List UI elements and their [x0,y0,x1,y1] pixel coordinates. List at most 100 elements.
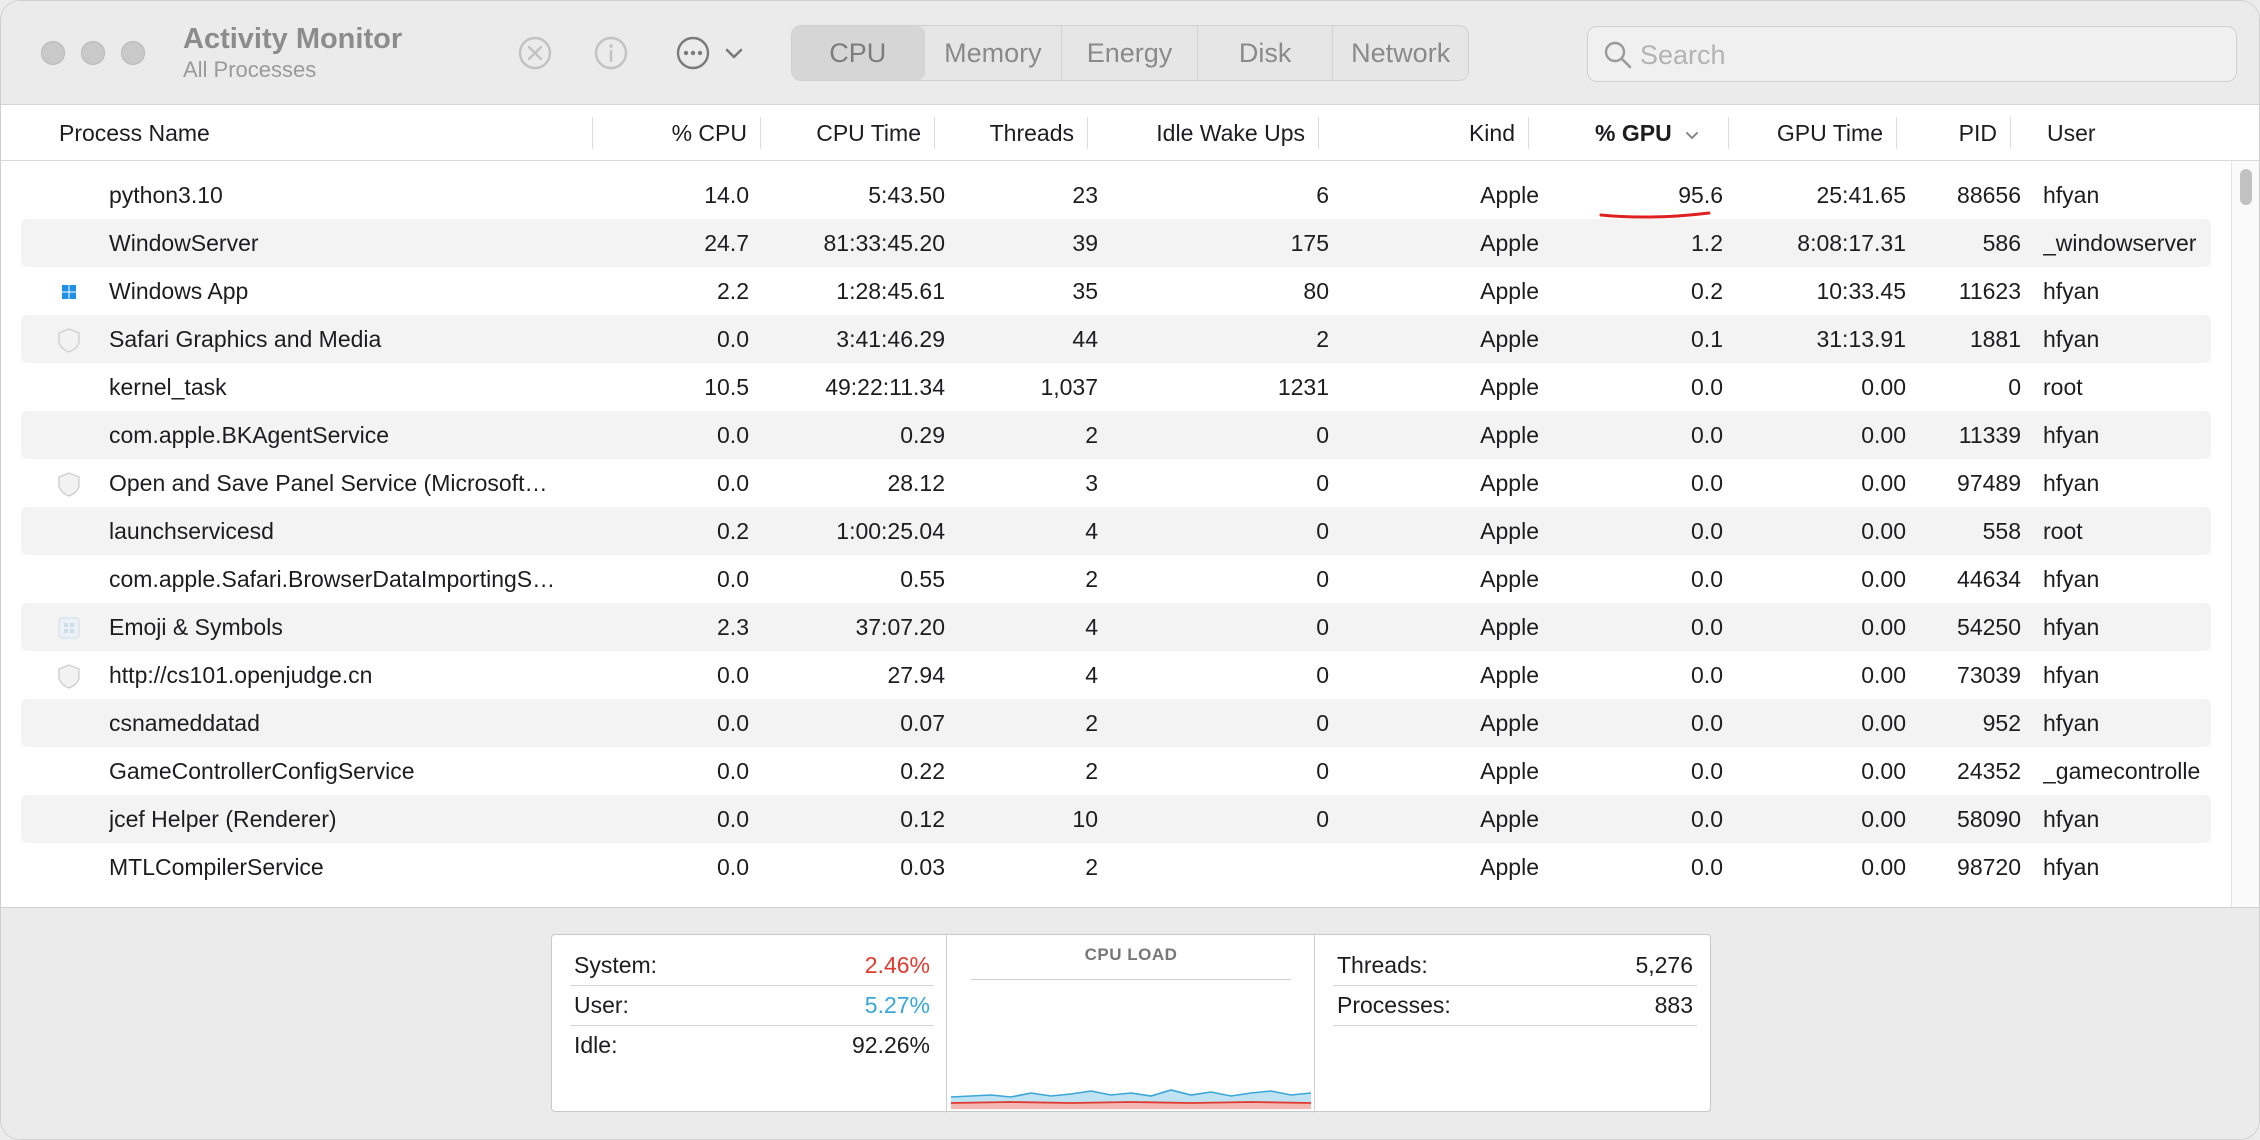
cell-kind: Apple [1480,422,1539,448]
cell-pid: 11623 [1958,278,2021,304]
column-header-cpu[interactable]: % CPU [601,105,761,161]
cell-user: hfyan [2043,806,2100,832]
sort-descending-icon [1685,131,1698,139]
cell-kind: Apple [1480,710,1539,736]
cell-gpu-time: 31:13.91 [1816,326,1906,352]
cell-cpu: 10.5 [704,374,749,400]
zoom-window-button[interactable] [121,41,145,65]
cell-gpu: 0.0 [1691,470,1723,496]
cell-idle-wake-ups: 0 [1316,422,1329,448]
stat-system-label: System: [574,952,658,978]
table-row[interactable]: WindowServer 24.7 81:33:45.20 39 175 Apple 1.2… [21,219,2211,267]
cell-cpu-time: 28.12 [887,470,945,496]
table-row[interactable]: MTLCompilerService 0.0 0.03 2 Apple 0.0 0.00 98… [21,843,2211,891]
cell-gpu-time: 0.00 [1861,758,1906,784]
stat-idle: Idle: 92.26% [574,1025,930,1065]
cell-cpu: 14.0 [704,182,749,208]
scrollbar-thumb[interactable] [2240,169,2252,205]
column-header-cpu-time[interactable]: CPU Time [773,105,935,161]
cell-gpu-time: 0.00 [1861,614,1906,640]
tab-energy[interactable]: Energy [1062,26,1198,80]
tab-cpu[interactable]: CPU [792,26,925,80]
process-stats: Threads: 5,276 Processes: 883 [1315,935,1710,1113]
column-header-pid[interactable]: PID [1909,105,2011,161]
vertical-scrollbar[interactable] [2231,161,2259,907]
shield-icon [55,326,83,354]
table-row[interactable]: Windows App 2.2 1:28:45.61 35 80 Apple 0.2 10:3… [21,267,2211,315]
tab-network[interactable]: Network [1333,26,1468,80]
cell-threads: 23 [1072,182,1098,208]
stat-idle-label: Idle: [574,1032,618,1058]
cell-cpu: 0.0 [717,710,749,736]
cell-gpu-time: 25:41.65 [1816,182,1906,208]
cell-pid: 97489 [1957,470,2021,496]
table-row[interactable]: GameControllerConfigService 0.0 0.22 2 0 Appl… [21,747,2211,795]
summary-area: System: 2.46% User: 5.27% Idle: 92.26% C… [1,907,2259,1139]
windows-app-icon [55,278,83,306]
cell-gpu: 0.2 [1691,278,1723,304]
column-header-gpu-time[interactable]: GPU Time [1741,105,1897,161]
cell-kind: Apple [1480,470,1539,496]
stop-process-icon[interactable] [515,33,555,73]
table-row[interactable]: Open and Save Panel Service (Microsoft… 0… [21,459,2211,507]
divider [1333,1025,1697,1026]
stat-user: User: 5.27% [574,985,930,1025]
table-row[interactable]: Safari Graphics and Media 0.0 3:41:46.29 44… [21,315,2211,363]
table-row[interactable]: python3.10 14.0 5:43.50 23 6 Apple 95.6 25:41.6… [21,171,2211,219]
cell-pid: 952 [1982,710,2021,736]
cell-pid: 558 [1982,518,2021,544]
red-underline-annotation [1599,211,1711,219]
shield-icon [55,662,83,690]
table-row[interactable]: jcef Helper (Renderer) 0.0 0.12 10 0 Apple 0.0… [21,795,2211,843]
stat-processes-label: Processes: [1337,992,1451,1018]
cell-idle-wake-ups: 6 [1316,182,1329,208]
cell-idle-wake-ups: 0 [1316,710,1329,736]
table-row[interactable]: com.apple.BKAgentService 0.0 0.29 2 0 Apple 0.… [21,411,2211,459]
cell-gpu-time: 0.00 [1861,710,1906,736]
cell-pid: 44634 [1957,566,2021,592]
cell-threads: 2 [1085,854,1098,880]
column-header-kind[interactable]: Kind [1331,105,1529,161]
table-row[interactable]: csnameddatad 0.0 0.07 2 0 Apple 0.0 0.00 952 hfya… [21,699,2211,747]
cell-gpu-time: 0.00 [1861,566,1906,592]
cell-cpu: 0.2 [717,518,749,544]
table-row[interactable]: http://cs101.openjudge.cn 0.0 27.94 4 0 Apple… [21,651,2211,699]
table-row[interactable]: kernel_task 10.5 49:22:11.34 1,037 1231 Apple… [21,363,2211,411]
column-header-threads[interactable]: Threads [947,105,1088,161]
column-header-gpu-label: % GPU [1595,120,1672,146]
cell-kind: Apple [1480,566,1539,592]
cell-cpu-time: 0.12 [900,806,945,832]
search-input[interactable] [1640,35,2220,75]
tab-memory[interactable]: Memory [925,26,1063,80]
cell-idle-wake-ups: 0 [1316,614,1329,640]
column-header-idle-wake-ups[interactable]: Idle Wake Ups [1101,105,1319,161]
cell-kind: Apple [1480,854,1539,880]
cell-user: hfyan [2043,662,2100,688]
cell-pid: 58090 [1957,806,2021,832]
cell-user: hfyan [2043,182,2100,208]
cell-name: Windows App [109,278,249,304]
view-subtitle: All Processes [183,57,317,82]
cell-user: hfyan [2043,422,2100,448]
column-header-process-name[interactable]: Process Name [59,105,593,161]
cell-user: hfyan [2043,566,2100,592]
cell-kind: Apple [1480,614,1539,640]
column-header-user[interactable]: User [2047,105,2207,161]
cell-cpu: 0.0 [717,326,749,352]
table-row[interactable]: launchservicesd 0.2 1:00:25.04 4 0 Apple 0.0 0.… [21,507,2211,555]
cell-cpu-time: 0.03 [900,854,945,880]
more-options-icon[interactable] [673,33,713,73]
info-icon[interactable] [591,33,631,73]
minimize-window-button[interactable] [81,41,105,65]
table-row[interactable]: com.apple.Safari.BrowserDataImportingS… 0… [21,555,2211,603]
shield-icon [55,470,83,498]
tab-disk[interactable]: Disk [1198,26,1334,80]
cell-threads: 4 [1085,614,1098,640]
column-header-gpu[interactable]: % GPU [1595,105,1729,161]
cpu-load-graph: CPU LOAD [947,935,1315,1113]
cell-gpu: 0.0 [1691,374,1723,400]
cell-cpu-time: 0.55 [900,566,945,592]
close-window-button[interactable] [41,41,65,65]
chevron-down-icon[interactable] [719,33,749,73]
table-row[interactable]: Emoji & Symbols 2.3 37:07.20 4 0 Apple 0.0 0.00… [21,603,2211,651]
